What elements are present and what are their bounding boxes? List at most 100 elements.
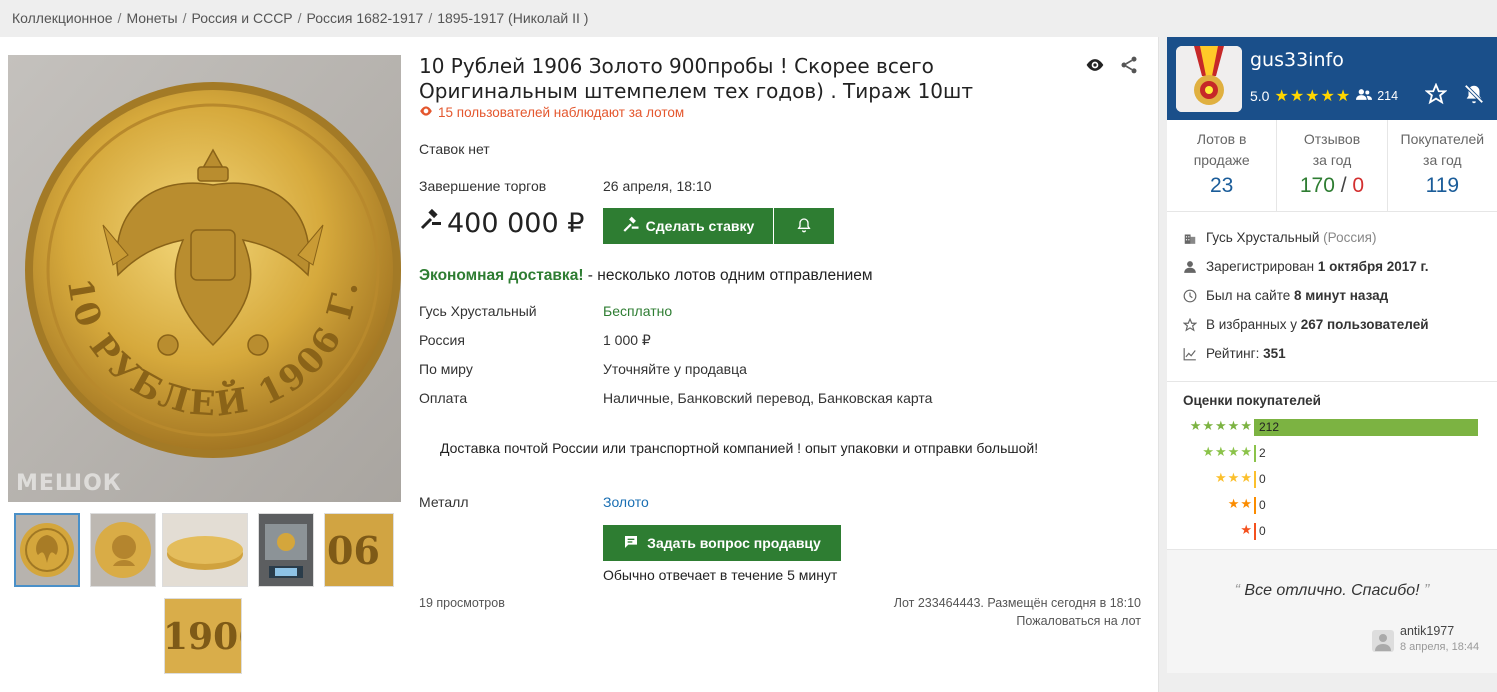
svg-text:06: 06 xyxy=(327,528,380,573)
seller-stats: Лотов в продаже 23 Отзывов за год 170 / … xyxy=(1167,120,1497,212)
breadcrumb-item[interactable]: Россия и СССР xyxy=(191,10,292,26)
stat-value: 170 / 0 xyxy=(1277,174,1386,198)
breadcrumb-item[interactable]: 1895-1917 (Николай II ) xyxy=(437,10,588,26)
stat-label: за год xyxy=(1312,152,1352,168)
reviewer-name[interactable]: antik1977 xyxy=(1400,624,1479,638)
stat-label: за год xyxy=(1423,152,1462,168)
star-favorite-icon[interactable] xyxy=(1424,82,1448,105)
ratings-title: Оценки покупателей xyxy=(1183,393,1321,408)
place-bid-button[interactable]: Сделать ставку xyxy=(603,208,773,244)
seller-panel: gus33info 5.0 ★★★★★ 214 Лотов в продаже … xyxy=(1167,37,1497,673)
reviewer-avatar xyxy=(1372,630,1394,652)
last-seen-value: 8 минут назад xyxy=(1294,288,1389,303)
rating-bar xyxy=(1254,419,1478,436)
rating-stars-icon: ★★★★★ xyxy=(1189,418,1253,433)
rating-count: 0 xyxy=(1259,498,1266,512)
watermark-logo: МЕШОК xyxy=(16,471,122,496)
payment-value: Наличные, Банковский перевод, Банковская… xyxy=(603,390,933,406)
rating-bar xyxy=(1254,523,1256,540)
rating-row[interactable]: ★★★★ 2 xyxy=(1167,444,1497,464)
thumbnail[interactable] xyxy=(14,513,80,587)
seller-rating: 5.0 ★★★★★ 214 xyxy=(1250,86,1398,106)
thumbnail[interactable] xyxy=(162,513,248,587)
stat-reviews[interactable]: Отзывов за год 170 / 0 xyxy=(1277,120,1388,211)
rating-stars-icon: ★★ xyxy=(1227,496,1253,511)
breadcrumb-item[interactable]: Монеты xyxy=(126,10,177,26)
stat-lots[interactable]: Лотов в продаже 23 xyxy=(1167,120,1278,211)
payment-label: Оплата xyxy=(419,390,468,406)
delivery-value: 1 000 ₽ xyxy=(603,332,651,348)
delivery-note: Доставка почтой России или транспортной … xyxy=(440,440,1039,456)
stat-value: 23 xyxy=(1209,174,1234,197)
review-separator: / xyxy=(1334,174,1353,197)
thumbnail[interactable]: 1906 xyxy=(164,598,242,674)
review-text: “ Все отлично. Спасибо! ” xyxy=(1234,582,1430,599)
rating-bar xyxy=(1254,471,1256,488)
positive-reviews: 170 xyxy=(1299,174,1335,197)
seller-location: Гусь Хрустальный (Россия) xyxy=(1183,230,1376,245)
main-photo[interactable]: 10 РУБЛЕЙ 1906 Г. МЕШОК xyxy=(8,55,401,502)
rating-row[interactable]: ★ 0 xyxy=(1167,522,1497,542)
watchers-text: 15 пользователей наблюдают за лотом xyxy=(438,105,685,120)
seller-rating-value: 5.0 xyxy=(1250,88,1270,104)
bell-mute-icon[interactable] xyxy=(1463,83,1485,105)
seller-avatar[interactable] xyxy=(1176,46,1242,112)
metal-label: Металл xyxy=(419,494,469,510)
delivery-label: По миру xyxy=(419,361,473,377)
complain-link[interactable]: Пожаловаться на лот xyxy=(1016,614,1141,628)
metal-value-link[interactable]: Золото xyxy=(603,494,649,510)
score-value: 351 xyxy=(1263,346,1286,361)
person-icon xyxy=(1183,260,1197,274)
breadcrumb-item[interactable]: Россия 1682-1917 xyxy=(307,10,424,26)
building-icon xyxy=(1183,231,1197,245)
stat-label: Отзывов xyxy=(1303,131,1361,147)
seller-name[interactable]: gus33info xyxy=(1250,49,1344,71)
thumbnail[interactable] xyxy=(90,513,156,587)
delivery-label: Россия xyxy=(419,332,465,348)
divider xyxy=(1167,381,1497,382)
rating-stars-icon: ★★★★★ xyxy=(1274,88,1352,105)
review-box: “ Все отлично. Спасибо! ” antik1977 8 ап… xyxy=(1167,549,1497,673)
delivery-label: Гусь Хрустальный xyxy=(419,303,537,319)
seller-registered: Зарегистрирован 1 октября 2017 г. xyxy=(1183,259,1429,274)
rating-row[interactable]: ★★★ 0 xyxy=(1167,470,1497,490)
end-label: Завершение торгов xyxy=(419,178,547,194)
seller-header: gus33info 5.0 ★★★★★ 214 xyxy=(1167,37,1497,120)
watch-eye-icon[interactable] xyxy=(1085,55,1105,75)
breadcrumb-item[interactable]: Коллекционное xyxy=(12,10,113,26)
bids-status: Ставок нет xyxy=(419,141,490,157)
ask-seller-button[interactable]: Задать вопрос продавцу xyxy=(603,525,841,561)
rating-count: 212 xyxy=(1259,420,1280,434)
economy-delivery-bold[interactable]: Экономная доставка! xyxy=(419,267,583,284)
rating-bar xyxy=(1254,445,1256,462)
economy-delivery-text: - несколько лотов одним отправлением xyxy=(583,267,873,284)
share-icon[interactable] xyxy=(1119,55,1139,75)
reviewer[interactable]: antik1977 8 апреля, 18:44 xyxy=(1372,624,1479,653)
registered-value: 1 октября 2017 г. xyxy=(1317,259,1429,274)
lot-title: 10 Рублей 1906 Золото 900пробы ! Скорее … xyxy=(419,54,973,103)
last-seen-label: Был на сайте xyxy=(1206,288,1291,303)
breadcrumb: Коллекционное / Монеты / Россия и СССР / Росси… xyxy=(12,10,589,26)
star-outline-icon xyxy=(1182,317,1198,332)
seller-last-seen: Был на сайте 8 минут назад xyxy=(1183,288,1388,303)
review-quote: Все отлично. Спасибо! xyxy=(1244,582,1420,599)
gavel-icon xyxy=(622,216,640,237)
thumbnail[interactable] xyxy=(258,513,314,587)
economy-delivery: Экономная доставка! - несколько лотов од… xyxy=(419,267,873,285)
lot-info: Лот 233464443. Размещён сегодня в 18:10 xyxy=(893,596,1141,610)
thumbnail[interactable]: 06 xyxy=(324,513,394,587)
ask-seller-label: Задать вопрос продавцу xyxy=(647,535,821,551)
stat-buyers[interactable]: Покупателей за год 119 xyxy=(1388,120,1497,211)
eye-icon xyxy=(419,105,433,120)
chat-icon xyxy=(623,534,639,553)
gavel-icon xyxy=(419,208,443,239)
chart-line-icon xyxy=(1183,347,1197,361)
rating-stars-icon: ★★★★ xyxy=(1202,444,1253,459)
rating-row[interactable]: ★★★★★ 212 xyxy=(1167,418,1497,438)
followers-icon xyxy=(1356,88,1373,104)
notify-button[interactable] xyxy=(774,208,834,244)
registered-label: Зарегистрирован xyxy=(1206,259,1315,274)
rating-row[interactable]: ★★ 0 xyxy=(1167,496,1497,516)
rating-count: 0 xyxy=(1259,472,1266,486)
stat-label: продаже xyxy=(1193,152,1250,168)
